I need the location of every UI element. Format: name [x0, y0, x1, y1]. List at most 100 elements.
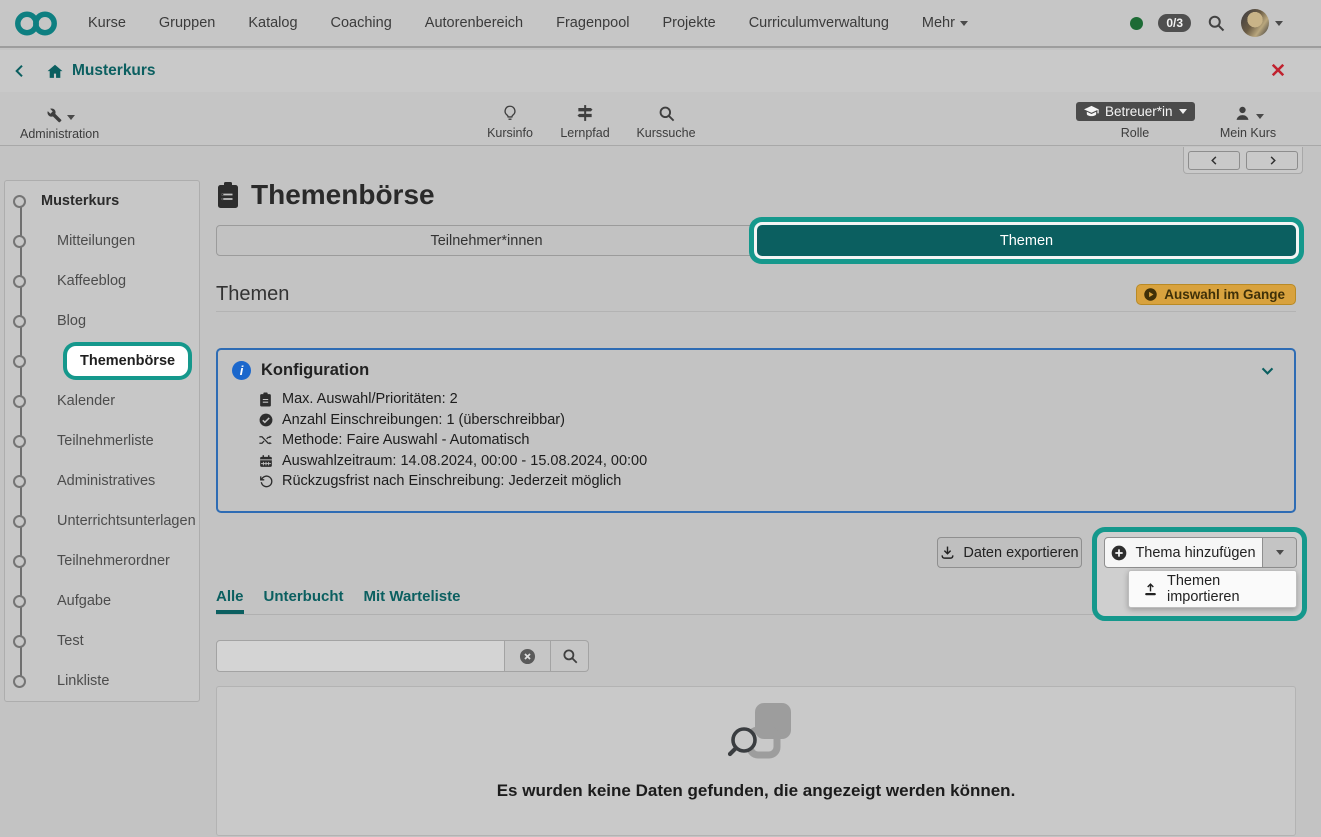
filter-tab-mit-warteliste[interactable]: Mit Warteliste [364, 588, 461, 606]
sidebar-item-unterrichtsunterlagen[interactable]: Unterrichtsunterlagen [5, 501, 199, 541]
online-status-dot [1130, 17, 1143, 30]
info-icon: i [232, 361, 251, 380]
import-topics-item[interactable]: Themen importieren [1167, 573, 1282, 605]
search-icon[interactable] [1206, 13, 1226, 33]
config-line-max-auswahl: Max. Auswahl/Prioritäten: 2 [258, 389, 1280, 410]
kurssuche-label: Kurssuche [632, 126, 700, 140]
tree-node-dot [13, 595, 26, 608]
sidebar-item-aufgabe[interactable]: Aufgabe [5, 581, 199, 621]
search-submit-button[interactable] [551, 640, 589, 672]
config-line-auswahlzeitraum: Auswahlzeitraum: 14.08.2024, 00:00 - 15.… [258, 451, 1280, 472]
tab-teilnehmerinnen[interactable]: Teilnehmer*innen [216, 225, 757, 256]
tree-node-dot [13, 195, 26, 208]
nav-item-fragenpool[interactable]: Fragenpool [556, 15, 629, 31]
tree-node-dot [13, 635, 26, 648]
nav-item-gruppen[interactable]: Gruppen [159, 15, 215, 31]
check-circle-icon [258, 413, 273, 427]
add-topic-dropdown-menu: Themen importieren [1128, 570, 1297, 608]
tree-node-dot [13, 315, 26, 328]
nav-mehr-label: Mehr [922, 15, 955, 31]
course-breadcrumb-bar: Musterkurs [0, 50, 1321, 92]
course-menu-panel: Musterkurs Mitteilungen Kaffeeblog Blog … [4, 180, 200, 702]
tree-node-dot [13, 355, 26, 368]
close-icon[interactable] [1269, 61, 1287, 79]
config-line-rueckzugsfrist: Rückzugsfrist nach Einschreibung: Jederz… [258, 471, 1280, 492]
sidebar-item-linkliste[interactable]: Linkliste [5, 661, 199, 701]
empty-state-panel: Es wurden keine Daten gefunden, die ange… [216, 686, 1296, 836]
breadcrumb[interactable]: Musterkurs [72, 62, 156, 80]
sidebar-item-teilnehmerliste[interactable]: Teilnehmerliste [5, 421, 199, 461]
nav-item-projekte[interactable]: Projekte [662, 15, 715, 31]
top-navbar: Kurse Gruppen Katalog Coaching Autorenbe… [0, 0, 1321, 48]
configuration-header: i Konfiguration [232, 361, 1280, 380]
nav-item-curriculumverwaltung[interactable]: Curriculumverwaltung [749, 15, 889, 31]
nav-item-coaching[interactable]: Coaching [331, 15, 392, 31]
filter-tab-unterbucht[interactable]: Unterbucht [264, 588, 344, 606]
nav-item-katalog[interactable]: Katalog [248, 15, 297, 31]
sidebar-item-mitteilungen[interactable]: Mitteilungen [5, 221, 199, 261]
sidebar-item-teilnehmerordner[interactable]: Teilnehmerordner [5, 541, 199, 581]
nav-item-kurse[interactable]: Kurse [88, 15, 126, 31]
tree-node-dot [13, 435, 26, 448]
search-icon [657, 104, 676, 123]
role-switcher[interactable]: Betreuer*in Rolle [1076, 102, 1194, 140]
administration-menu[interactable]: Administration [20, 102, 98, 141]
filter-tab-alle[interactable]: Alle [216, 588, 244, 606]
tab-themen[interactable]: Themen [757, 225, 1296, 256]
administration-label: Administration [20, 127, 98, 141]
plus-circle-icon [1111, 545, 1127, 561]
sidebar-item-musterkurs[interactable]: Musterkurs [5, 181, 199, 221]
previous-node-button[interactable] [1188, 151, 1240, 170]
add-topic-dropdown-toggle[interactable] [1263, 537, 1297, 568]
nav-item-mehr[interactable]: Mehr [922, 15, 968, 31]
page-title: Themenbörse [251, 179, 435, 211]
section-header: Themen Auswahl im Gange [216, 278, 1296, 312]
upload-icon [1143, 582, 1158, 597]
nav-item-autorenbereich[interactable]: Autorenbereich [425, 15, 523, 31]
undo-icon [258, 474, 273, 488]
search-input[interactable] [216, 640, 505, 672]
sidebar-item-administratives[interactable]: Administratives [5, 461, 199, 501]
sidebar-item-kalender[interactable]: Kalender [5, 381, 199, 421]
download-icon [940, 545, 955, 560]
clear-search-button[interactable] [505, 640, 551, 672]
home-icon[interactable] [46, 63, 64, 80]
sidebar-item-blog[interactable]: Blog [5, 301, 199, 341]
add-topic-button[interactable]: Thema hinzufügen [1104, 537, 1263, 568]
status-badge: Auswahl im Gange [1136, 284, 1296, 305]
lernpfad-label: Lernpfad [556, 126, 614, 140]
openolat-logo[interactable] [14, 10, 58, 37]
kursinfo-button[interactable]: Kursinfo [482, 101, 538, 140]
table-search [216, 640, 589, 672]
topnav-right-cluster: 0/3 [1130, 9, 1283, 37]
calendar-icon [258, 454, 273, 468]
chevron-down-icon [1256, 114, 1264, 123]
collapse-chevron-icon[interactable] [1259, 362, 1276, 379]
sidebar-item-themenboerse[interactable]: Themenbörse [5, 341, 199, 381]
my-course-menu[interactable]: Mein Kurs [1214, 101, 1282, 140]
next-node-button[interactable] [1246, 151, 1298, 170]
wrench-icon [44, 105, 63, 124]
page-title-row: Themenbörse [216, 179, 435, 211]
chevron-down-icon [1276, 550, 1284, 559]
task-counter-badge[interactable]: 0/3 [1158, 14, 1191, 32]
config-line-einschreibungen: Anzahl Einschreibungen: 1 (überschreibba… [258, 410, 1280, 431]
empty-state-message: Es wurden keine Daten gefunden, die ange… [497, 781, 1016, 801]
sidebar-item-kaffeeblog[interactable]: Kaffeeblog [5, 261, 199, 301]
tree-node-dot [13, 675, 26, 688]
sidebar-item-test[interactable]: Test [5, 621, 199, 661]
kursinfo-label: Kursinfo [482, 126, 538, 140]
configuration-title: Konfiguration [261, 361, 369, 380]
export-data-button[interactable]: Daten exportieren [937, 537, 1082, 568]
configuration-panel: i Konfiguration Max. Auswahl/Prioritäten… [216, 348, 1296, 513]
learning-path-icon [575, 103, 595, 123]
back-chevron-icon[interactable] [12, 63, 28, 79]
configuration-details: Max. Auswahl/Prioritäten: 2 Anzahl Einsc… [258, 389, 1280, 492]
lernpfad-button[interactable]: Lernpfad [556, 101, 614, 140]
graduation-cap-icon [1084, 105, 1099, 118]
user-menu[interactable] [1241, 9, 1283, 37]
person-icon [1233, 104, 1252, 123]
shuffle-icon [258, 433, 273, 447]
role-pill[interactable]: Betreuer*in [1076, 102, 1195, 121]
kurssuche-button[interactable]: Kurssuche [632, 101, 700, 140]
